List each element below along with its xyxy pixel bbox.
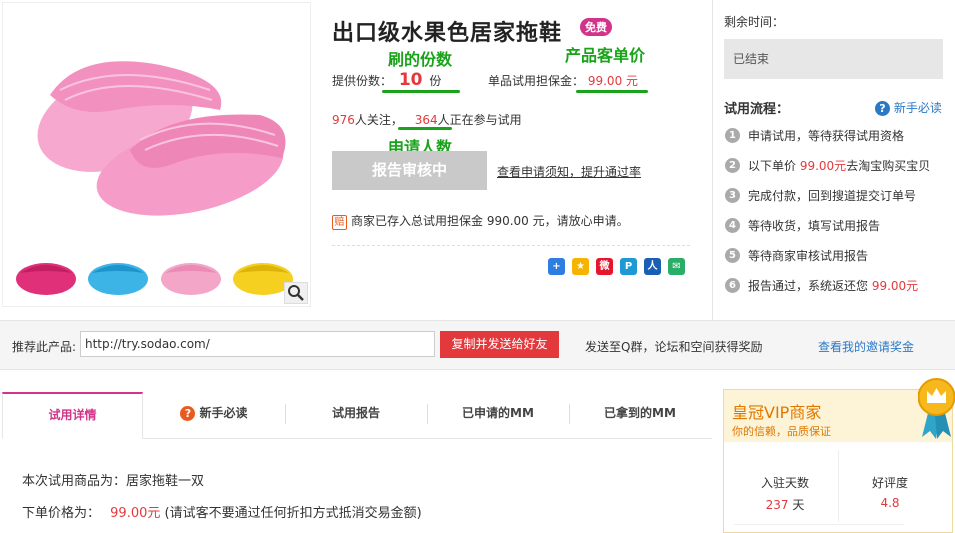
share-url-input[interactable]: [80, 331, 435, 357]
followers-text: 人关注，: [354, 113, 403, 127]
step-text: 申请试用，等待获得试用资格: [748, 129, 905, 143]
reward-text: 发送至Q群，论坛和空间获得奖励: [585, 340, 763, 354]
process-title: 试用流程：: [724, 102, 790, 117]
applicants-underline: [398, 127, 452, 130]
process-step: 等待商家审核试用报告: [748, 247, 868, 264]
step-number-icon: 1: [725, 128, 740, 143]
recommend-label: 推荐此产品:: [12, 340, 77, 354]
process-step: 等待收货，填写试用报告: [748, 217, 880, 234]
share-weibo-icon[interactable]: 微: [596, 258, 613, 275]
details-line-product: 本次试用商品为：居家拖鞋一双: [22, 474, 205, 489]
divider-dashed: [332, 245, 690, 246]
vip-subtitle: 你的信赖，品质保证: [732, 425, 831, 438]
deposit-value: 99.00: [587, 74, 623, 88]
invite-link[interactable]: 查看我的邀请奖金: [818, 338, 914, 355]
share-tencent-icon[interactable]: P: [620, 258, 637, 275]
followers-count: 976: [332, 113, 355, 127]
crown-medal-icon: [918, 378, 955, 439]
quota-label: 提供份数：: [332, 74, 393, 88]
details-line-price: 下单价格为： 99.00元 (请试客不要通过任何折扣方式抵消交易金额): [22, 502, 422, 521]
step-text: 以下单价: [748, 159, 800, 173]
guarantee-icon: 赔: [332, 215, 347, 230]
step-number-icon: 5: [725, 248, 740, 263]
step-text: 报告通过，系统返还您: [748, 279, 872, 293]
process-step: 报告通过，系统返还您 99.00元: [748, 277, 918, 294]
status-box: 已结束: [724, 39, 943, 79]
days-value: 237: [765, 498, 789, 512]
price-label: 下单价格为：: [22, 506, 101, 521]
thumbnail-magenta[interactable]: [12, 253, 80, 299]
step-text: 完成付款，回到搜道提交订单号: [748, 189, 917, 203]
vip-stat-days-label: 入驻天数: [760, 476, 809, 490]
apply-button[interactable]: 报告审核中: [332, 151, 487, 190]
price-value: 99.00: [110, 506, 148, 521]
free-badge: 免费: [580, 18, 612, 36]
product-main-image: [37, 61, 286, 216]
thumbnail-blue[interactable]: [84, 253, 152, 299]
tab-received[interactable]: 已拿到的MM: [569, 392, 711, 438]
step-highlight: 99.00元: [871, 279, 919, 293]
quota-underline: [382, 90, 460, 93]
sidebar-divider: [712, 0, 713, 320]
guarantee-text: 商家已存入总试用担保金 990.00 元，请放心申请。: [351, 214, 629, 228]
share-qzone-icon[interactable]: ★: [572, 258, 589, 275]
vip-stats-divider: [838, 450, 839, 522]
tab-reports[interactable]: 试用报告: [285, 392, 427, 438]
price-unit: 元: [147, 506, 161, 521]
step-number-icon: 3: [725, 188, 740, 203]
guarantee-row: 赔商家已存入总试用担保金 990.00 元，请放心申请。: [332, 212, 629, 230]
deposit-unit: 元: [626, 74, 639, 88]
step-text-after: 去淘宝购买宝贝: [846, 159, 931, 173]
share-plus-icon[interactable]: +: [548, 258, 565, 275]
deposit-row: 单品试用担保金： 99.00 元: [488, 72, 638, 89]
newbie-link-label: 新手必读: [893, 101, 942, 115]
share-renren-icon[interactable]: 人: [644, 258, 661, 275]
step-number-icon: 4: [725, 218, 740, 233]
vip-bottom-line: [734, 524, 904, 525]
annotation-price: 产品客单价: [565, 46, 646, 65]
copy-send-button[interactable]: 复制并发送给好友: [440, 331, 559, 358]
tab-received-label: 已拿到的MM: [604, 406, 676, 420]
step-text: 等待收货，填写试用报告: [748, 219, 881, 233]
help-icon: ?: [875, 101, 890, 116]
tab-applied[interactable]: 已申请的MM: [427, 392, 569, 438]
quota-value: 10: [398, 70, 423, 90]
vip-stat-rating-value: 4.8: [880, 496, 900, 510]
stats-row: 976人关注， 364人正在参与试用: [332, 111, 522, 128]
product-title: 出口级水果色居家拖鞋: [332, 21, 563, 46]
tab-help-icon: ?: [180, 406, 196, 421]
quota-unit: 份: [429, 74, 442, 88]
thumbnail-pink[interactable]: [157, 253, 225, 299]
step-number-icon: 6: [725, 278, 740, 293]
step-highlight: 99.00元: [799, 159, 847, 173]
participants-count: 364: [414, 113, 438, 127]
tab-applied-label: 已申请的MM: [462, 406, 534, 420]
price-note: (请试客不要通过任何折扣方式抵消交易金额): [164, 506, 422, 521]
process-step: 以下单价 99.00元去淘宝购买宝贝: [748, 157, 930, 174]
tab-newbie-label: 新手必读: [199, 406, 248, 420]
quota-row: 提供份数： 10 份: [332, 70, 441, 90]
deposit-label: 单品试用担保金：: [488, 74, 585, 88]
price-underline: [576, 90, 648, 93]
days-unit: 天: [788, 498, 805, 512]
tab-reports-label: 试用报告: [331, 406, 380, 420]
tab-newbie[interactable]: ? 新手必读: [143, 392, 285, 438]
annotation-quota: 刷的份数: [388, 50, 453, 69]
newbie-link[interactable]: ? 新手必读: [875, 99, 942, 116]
share-wechat-icon[interactable]: ✉: [668, 258, 685, 275]
tab-details[interactable]: 试用详情: [2, 392, 143, 439]
vip-stat-days-value: 237 天: [735, 496, 835, 513]
participants-text: 人正在参与试用: [437, 113, 522, 127]
notice-link[interactable]: 查看申请须知，提升通过率: [497, 163, 641, 180]
step-text: 等待商家审核试用报告: [748, 249, 869, 263]
step-number-icon: 2: [725, 158, 740, 173]
process-step: 完成付款，回到搜道提交订单号: [748, 187, 916, 204]
vip-title: 皇冠VIP商家: [732, 403, 822, 422]
remaining-label: 剩余时间：: [724, 15, 785, 29]
tab-details-label: 试用详情: [48, 408, 97, 422]
magnifier-icon[interactable]: [284, 282, 308, 304]
vip-stat-rating-label: 好评度: [871, 476, 908, 490]
process-step: 申请试用，等待获得试用资格: [748, 127, 904, 144]
